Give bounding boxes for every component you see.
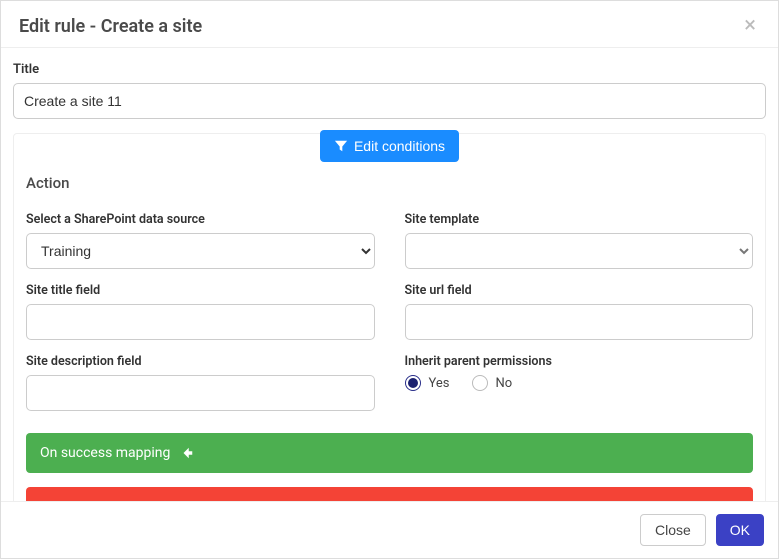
title-field-group: Title [13, 62, 766, 119]
ok-button[interactable]: OK [716, 514, 764, 546]
action-heading: Action [26, 174, 753, 192]
modal-footer: Close OK [1, 501, 778, 558]
action-form: Select a SharePoint data source Training… [26, 212, 753, 411]
data-source-select[interactable]: Training [26, 233, 375, 269]
site-template-field: Site template [405, 212, 754, 269]
inherit-permissions-field: Inherit parent permissions Yes No [405, 354, 754, 411]
warning-icon [158, 500, 172, 501]
inherit-no-label: No [496, 376, 513, 391]
on-error-mapping-banner[interactable]: On error mapping [26, 487, 753, 501]
filter-icon [334, 139, 348, 153]
title-input[interactable] [13, 83, 766, 119]
data-source-label: Select a SharePoint data source [26, 212, 375, 227]
on-success-mapping-banner[interactable]: On success mapping [26, 433, 753, 473]
site-description-field-input[interactable] [26, 375, 375, 411]
data-source-field: Select a SharePoint data source Training [26, 212, 375, 269]
edit-rule-modal: Edit rule - Create a site × Title Edit c… [0, 0, 779, 559]
radio-dot-selected-icon [405, 375, 421, 391]
site-description-field-label: Site description field [26, 354, 375, 369]
inherit-yes-label: Yes [429, 376, 450, 391]
action-panel: Edit conditions Action Select a SharePoi… [13, 133, 766, 501]
site-title-field-input[interactable] [26, 304, 375, 340]
close-button-label: Close [655, 522, 691, 538]
ok-button-label: OK [730, 522, 750, 538]
edit-conditions-wrap: Edit conditions [14, 130, 765, 162]
site-template-select[interactable] [405, 233, 754, 269]
site-template-label: Site template [405, 212, 754, 227]
close-button[interactable]: Close [640, 514, 706, 546]
on-success-mapping-label: On success mapping [40, 445, 170, 461]
site-title-field-label: Site title field [26, 283, 375, 298]
radio-dot-icon [472, 375, 488, 391]
inherit-permissions-radios: Yes No [405, 375, 754, 391]
close-icon[interactable]: × [740, 15, 760, 37]
inherit-yes-radio[interactable]: Yes [405, 375, 450, 391]
arrow-left-icon [180, 446, 194, 460]
modal-body: Title Edit conditions Action Select a Sh… [1, 48, 778, 501]
inherit-permissions-label: Inherit parent permissions [405, 354, 754, 369]
site-url-field-input[interactable] [405, 304, 754, 340]
edit-conditions-label: Edit conditions [354, 138, 445, 154]
modal-title: Edit rule - Create a site [19, 16, 202, 37]
site-url-field-field: Site url field [405, 283, 754, 340]
title-label: Title [13, 62, 766, 77]
edit-conditions-button[interactable]: Edit conditions [320, 130, 459, 162]
on-error-mapping-label: On error mapping [40, 499, 148, 501]
inherit-no-radio[interactable]: No [472, 375, 513, 391]
site-url-field-label: Site url field [405, 283, 754, 298]
site-description-field-field: Site description field [26, 354, 375, 411]
site-title-field-field: Site title field [26, 283, 375, 340]
modal-header: Edit rule - Create a site × [1, 1, 778, 48]
